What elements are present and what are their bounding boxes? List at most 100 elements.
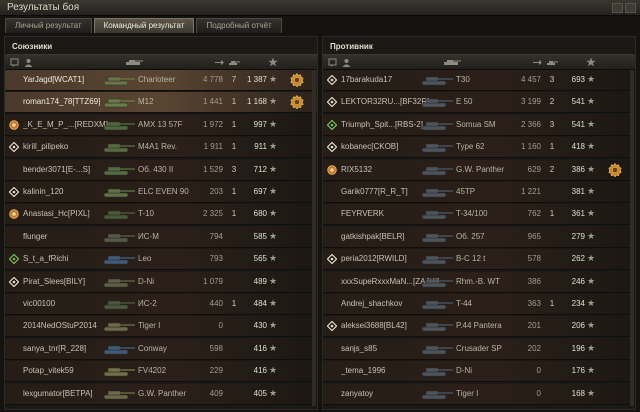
- medal-icon[interactable]: [608, 162, 622, 177]
- enemies-table-header: [323, 54, 635, 70]
- allies-header-kills-icon[interactable]: [227, 57, 241, 67]
- player-row[interactable]: vic00100 ИС-2 440 1 484 ★: [5, 294, 317, 315]
- no-status-icon: [327, 187, 337, 197]
- orange-emblem-icon: [9, 120, 19, 130]
- tab-team-result[interactable]: Командный результат: [93, 18, 195, 33]
- player-row[interactable]: sanjs_s85 Crusader SP 202 196 ★: [323, 338, 635, 360]
- damage-value: 0: [536, 388, 541, 398]
- xp-star-icon: ★: [587, 275, 596, 286]
- tank-icon: [419, 94, 455, 110]
- enemies-scroll-thumb[interactable]: [630, 70, 634, 406]
- allies-header-platoon-icon[interactable]: [9, 57, 19, 67]
- player-row[interactable]: Pirat_Slees[BILY] D-Ni 1 079 489 ★: [5, 271, 317, 293]
- player-row[interactable]: S_t_a_fRichi Leo 793 565 ★: [5, 249, 317, 271]
- window-minimize-button[interactable]: [612, 3, 623, 13]
- allies-scrollbar[interactable]: [312, 70, 316, 406]
- player-row[interactable]: Andrej_shachkov T-44 363 1 234 ★: [323, 294, 635, 315]
- xp-value: 1 387: [246, 75, 267, 84]
- kills-value: 1: [231, 142, 237, 152]
- allies-scroll-thumb[interactable]: [312, 70, 316, 406]
- enemies-header-damage-icon[interactable]: [531, 57, 543, 67]
- no-status-icon: [327, 366, 337, 376]
- xp-value: 386: [571, 164, 585, 174]
- player-row[interactable]: roman174_78[TTZ69] M12 1 441 1 1 168 ★: [5, 92, 317, 114]
- player-row[interactable]: Potap_vitek59 FV4202 229 416 ★: [5, 361, 317, 383]
- no-status-icon: [9, 389, 19, 399]
- result-tabs: Личный результат Командный результат Под…: [5, 18, 284, 34]
- damage-value: 440: [209, 299, 223, 308]
- damage-value: 598: [209, 343, 223, 353]
- enemies-scrollbar[interactable]: [630, 70, 634, 406]
- player-row[interactable]: gatkishpak[BELR] Об. 257 965 279 ★: [323, 226, 635, 248]
- xp-value: 585: [253, 231, 267, 241]
- diamond-white-icon: [8, 186, 20, 198]
- player-row[interactable]: 2014NedOStuP2014 Tiger I 0 430 ★: [5, 316, 317, 338]
- player-row[interactable]: Triumph_Spit...[RBS-2] Somua SM 2 366 3 541 ★: [323, 114, 635, 136]
- player-row[interactable]: kalinin_120 ELC EVEN 90 203 1 697 ★: [5, 182, 317, 203]
- tank-icon: [101, 206, 137, 222]
- kills-value: 1: [231, 299, 237, 308]
- tank-name: Leo: [138, 254, 152, 264]
- no-status-icon: [327, 277, 337, 287]
- enemies-header-platoon-icon[interactable]: [327, 57, 337, 67]
- window-title: Результаты боя: [7, 2, 80, 13]
- enemies-header-kills-icon[interactable]: [545, 57, 559, 67]
- medal-icon[interactable]: [290, 95, 304, 110]
- tab-detailed-report[interactable]: Подробный отчёт: [196, 18, 282, 33]
- enemies-header-xp-star-icon[interactable]: [585, 57, 597, 67]
- kills-value: 1: [231, 97, 237, 107]
- window-controls: [612, 3, 636, 13]
- player-row[interactable]: 17barakuda17 T30 4 457 3 693 ★: [323, 70, 635, 91]
- player-row[interactable]: zanyatoy Tiger I 0 168 ★: [323, 383, 635, 405]
- damage-value: 202: [527, 343, 541, 353]
- player-row[interactable]: xxxSupeRxxxMaN...[ZAJKI] Rhm.-B. WT 386 246…: [323, 271, 635, 293]
- enemies-header-player-icon[interactable]: [341, 57, 351, 67]
- player-row[interactable]: YarJagd[WCAT1] Charioteer 4 778 7 1 387 ★: [5, 70, 317, 91]
- allies-header-player-icon[interactable]: [23, 57, 33, 67]
- allies-panel: Союзники YarJagd[WCAT1] Charioteer 4 778 7 1…: [4, 36, 318, 410]
- player-row[interactable]: sanya_tnr[R_228] Conway 598 416 ★: [5, 338, 317, 360]
- tank-icon: [101, 184, 137, 200]
- player-row[interactable]: LEKTOR32RU...[BF32R] E 50 3 199 2 541 ★: [323, 92, 635, 114]
- allies-header-xp-star-icon[interactable]: [267, 57, 279, 67]
- player-row[interactable]: Anastasi_Hc[PIXL] T-10 2 325 1 680 ★: [5, 204, 317, 226]
- xp-star-icon: ★: [269, 230, 278, 241]
- kills-value: 2: [549, 164, 555, 174]
- damage-value: 0: [218, 321, 223, 331]
- allies-header-tank-icon[interactable]: [123, 57, 145, 67]
- orange-emblem-icon: [327, 164, 337, 175]
- damage-value: 229: [209, 366, 223, 376]
- medal-icon[interactable]: [290, 73, 304, 88]
- damage-value: 1 160: [520, 142, 541, 152]
- player-row[interactable]: peria2012[RWILD] B-C 12 t 578 262 ★: [323, 249, 635, 271]
- damage-value: 793: [209, 254, 223, 264]
- player-row[interactable]: FEYRVERK T-34/100 762 1 361 ★: [323, 204, 635, 226]
- xp-star-icon: ★: [269, 275, 278, 286]
- player-row[interactable]: flunger ИС-М 794 585 ★: [5, 226, 317, 248]
- tank-name: T-44: [456, 299, 473, 308]
- tank-icon: [101, 139, 137, 155]
- player-row[interactable]: kobanec[CKOB] Type 62 1 160 1 418 ★: [323, 137, 635, 159]
- tank-icon: [419, 251, 455, 267]
- xp-value: 279: [571, 231, 585, 241]
- tab-personal-result[interactable]: Личный результат: [5, 18, 92, 33]
- player-row[interactable]: lexgumator[BETPA] G.W. Panther 409 405 ★: [5, 383, 317, 405]
- enemies-header-tank-icon[interactable]: [441, 57, 463, 67]
- no-status-icon: [327, 209, 337, 219]
- player-row[interactable]: _K_E_M_P_...[REDXM] AMX 13 57F 1 972 1 997 ★: [5, 114, 317, 136]
- player-row[interactable]: Garik0777[R_R_T] 45TP 1 221 381 ★: [323, 182, 635, 203]
- allies-header-damage-icon[interactable]: [213, 57, 225, 67]
- xp-star-icon: ★: [269, 118, 278, 129]
- tank-icon: [101, 72, 137, 88]
- damage-value: 2 366: [520, 119, 541, 129]
- player-row[interactable]: kirill_pilipeko M4A1 Rev. 1 911 1 911 ★: [5, 137, 317, 159]
- window-close-button[interactable]: [625, 3, 636, 13]
- xp-star-icon: ★: [587, 141, 596, 152]
- kills-value: 1: [549, 209, 555, 219]
- player-row[interactable]: bender3071[E-...S] Об. 430 II 1 529 3 712 ★: [5, 159, 317, 181]
- player-row[interactable]: RIX5132 G.W. Panther 629 2 386 ★: [323, 159, 635, 181]
- xp-star-icon: ★: [587, 96, 596, 107]
- kills-value: 3: [231, 164, 237, 174]
- player-row[interactable]: _tema_1996 D-Ni 0 176 ★: [323, 361, 635, 383]
- player-row[interactable]: aleksei3688[BL42] P.44 Pantera 201 206 ★: [323, 316, 635, 338]
